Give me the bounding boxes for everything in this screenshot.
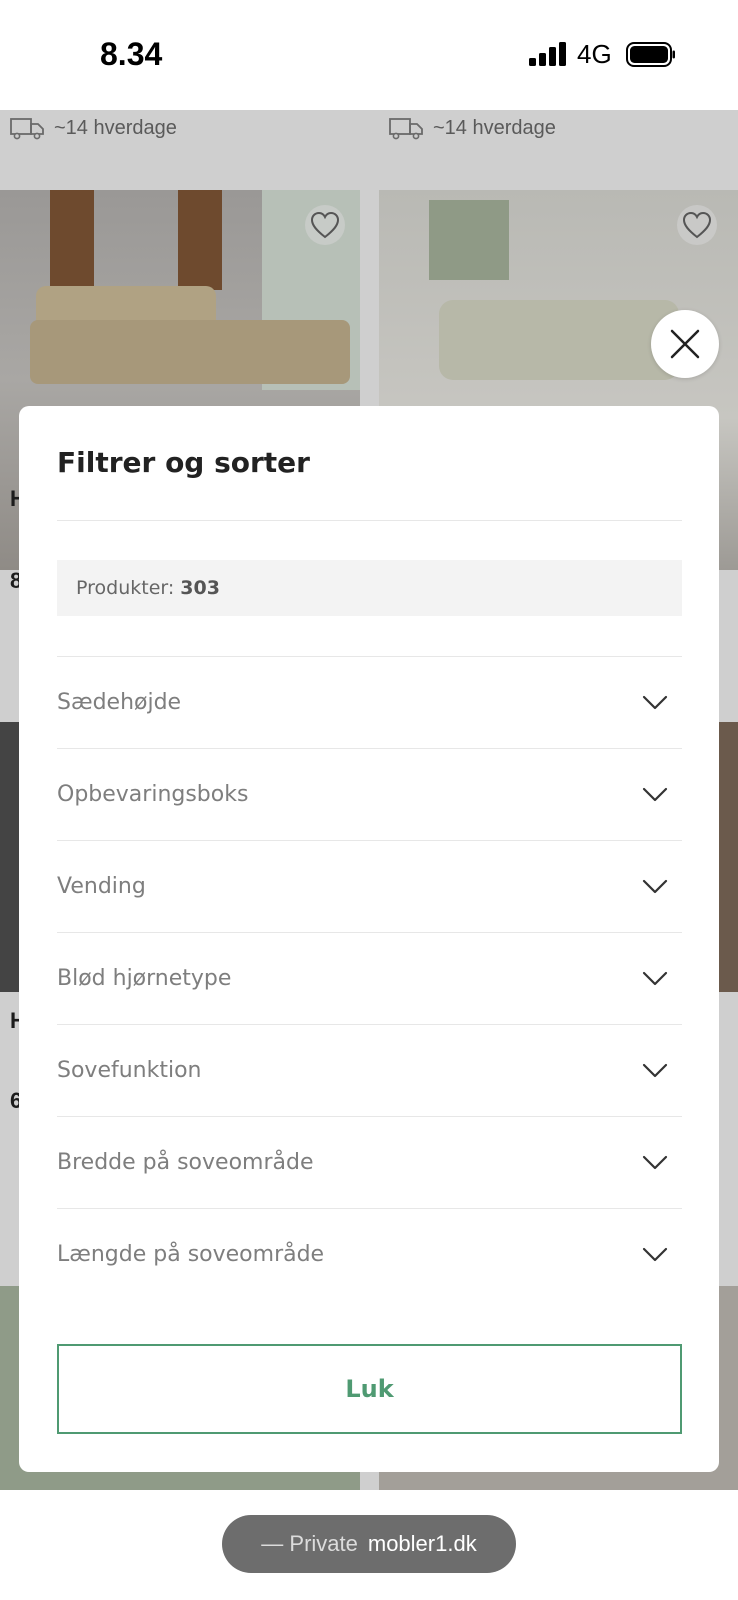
delivery-info-right: ~14 hverdage	[389, 116, 556, 140]
filter-label: Sædehøjde	[57, 690, 182, 715]
favorite-button[interactable]	[677, 205, 717, 245]
chevron-down-icon	[642, 1063, 668, 1077]
status-bar: 8.34 4G	[0, 0, 738, 110]
chevron-down-icon	[642, 971, 668, 985]
product-count-label: Produkter:	[76, 577, 175, 599]
divider	[57, 520, 682, 521]
filter-sleep-area-width[interactable]: Bredde på soveområde	[57, 1116, 682, 1208]
close-icon	[670, 329, 700, 359]
filter-label: Opbevaringsboks	[57, 782, 249, 807]
filter-label: Sovefunktion	[57, 1058, 202, 1083]
filter-label: Vending	[57, 874, 146, 899]
url-bar[interactable]: — Private mobler1.dk	[222, 1515, 516, 1573]
private-mode-label: — Private	[261, 1531, 358, 1556]
chevron-down-icon	[642, 787, 668, 801]
filter-label: Blød hjørnetype	[57, 966, 232, 991]
chevron-down-icon	[642, 879, 668, 893]
close-modal-button[interactable]	[651, 310, 719, 378]
curtain	[50, 190, 94, 290]
heart-icon	[682, 211, 712, 239]
network-type: 4G	[577, 39, 612, 69]
status-time: 8.34	[100, 36, 163, 72]
heart-icon	[310, 211, 340, 239]
chevron-down-icon	[642, 1247, 668, 1261]
chevron-down-icon	[642, 695, 668, 709]
battery-icon	[626, 42, 675, 67]
sofa-base	[439, 300, 679, 380]
delivery-text: ~14 hverdage	[54, 116, 177, 139]
truck-icon	[389, 118, 423, 140]
curtain	[178, 190, 222, 290]
filter-sleep-area-length[interactable]: Længde på soveområde	[57, 1208, 682, 1300]
filter-storage-box[interactable]: Opbevaringsboks	[57, 748, 682, 840]
delivery-text: ~14 hverdage	[433, 116, 556, 139]
chevron-down-icon	[642, 1155, 668, 1169]
filter-label: Bredde på soveområde	[57, 1150, 314, 1175]
sofa-base	[30, 320, 350, 384]
filter-sleep-function[interactable]: Sovefunktion	[57, 1024, 682, 1116]
wall-art	[429, 200, 509, 280]
filter-label: Længde på soveområde	[57, 1242, 325, 1267]
product-count-value: 303	[180, 577, 220, 599]
modal-title: Filtrer og sorter	[57, 446, 310, 479]
filter-seat-height[interactable]: Sædehøjde	[57, 656, 682, 748]
truck-icon	[10, 118, 44, 140]
delivery-info-left: ~14 hverdage	[10, 116, 177, 140]
url-domain: mobler1.dk	[367, 1531, 477, 1556]
filter-soft-corner-type[interactable]: Blød hjørnetype	[57, 932, 682, 1024]
filter-orientation[interactable]: Vending	[57, 840, 682, 932]
close-button[interactable]: Luk	[57, 1344, 682, 1434]
product-count-box: Produkter: 303	[57, 560, 682, 616]
favorite-button[interactable]	[305, 205, 345, 245]
filter-sort-modal: Filtrer og sorter Produkter: 303 Sædehøj…	[19, 406, 719, 1472]
signal-icon	[529, 42, 566, 66]
